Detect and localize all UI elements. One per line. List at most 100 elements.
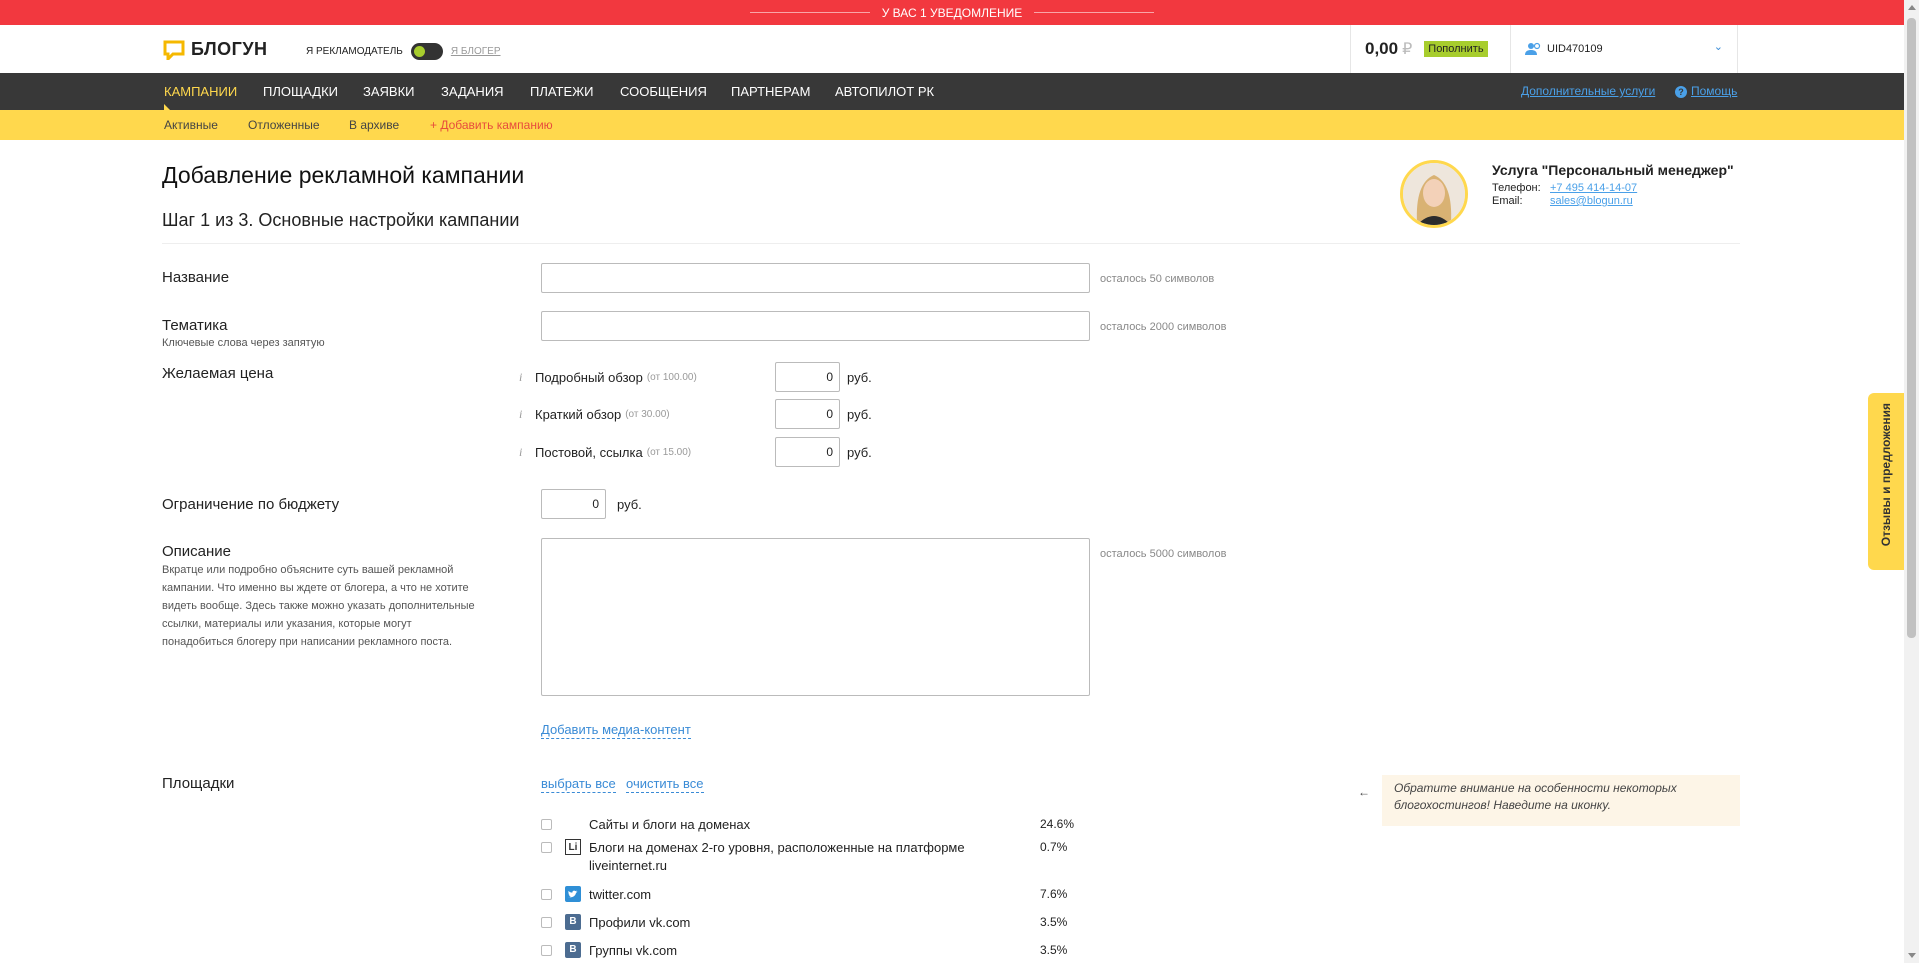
notification-text[interactable]: У ВАС 1 УВЕДОМЛЕНИЕ bbox=[882, 6, 1023, 20]
nav-autopilot[interactable]: АВТОПИЛОТ РК bbox=[835, 73, 934, 110]
budget-input[interactable]: 0 bbox=[541, 489, 606, 519]
price-min: (от 100.00) bbox=[646, 372, 697, 383]
nav-campaigns[interactable]: КАМПАНИИ bbox=[164, 73, 237, 110]
price-post-input[interactable]: 0 bbox=[775, 437, 840, 467]
phone-link[interactable]: +7 495 414-14-07 bbox=[1550, 182, 1637, 194]
feedback-label: Отзывы и предложения bbox=[1879, 403, 1893, 547]
vk-icon[interactable]: В bbox=[565, 942, 581, 958]
platform-share: 0.7% bbox=[1040, 840, 1068, 854]
help-link[interactable]: ? Помощь bbox=[1675, 84, 1737, 98]
scroll-thumb[interactable] bbox=[1907, 18, 1916, 638]
platforms-label: Площадки bbox=[162, 775, 235, 792]
extra-services-link[interactable]: Дополнительные услуги bbox=[1521, 84, 1655, 98]
add-campaign-link[interactable]: + Добавить кампанию bbox=[430, 118, 553, 132]
chevron-down-icon[interactable]: ⌄ bbox=[1714, 40, 1723, 53]
name-counter: осталось 50 символов bbox=[1100, 273, 1215, 285]
platform-name: Блоги на доменах 2-го уровня, расположен… bbox=[589, 840, 965, 873]
price-row-review: i Подробный обзор (от 100.00) bbox=[519, 370, 697, 385]
scroll-down-icon[interactable] bbox=[1908, 953, 1916, 958]
divider bbox=[749, 12, 870, 13]
nav-platforms[interactable]: ПЛОЩАДКИ bbox=[263, 73, 338, 110]
platform-checkbox[interactable] bbox=[541, 917, 552, 928]
scrollbar[interactable] bbox=[1904, 0, 1919, 963]
price-review-input[interactable]: 0 bbox=[775, 362, 840, 392]
price-min: (от 30.00) bbox=[625, 409, 670, 420]
logo-text: БЛОГУН bbox=[191, 39, 268, 59]
platform-name: twitter.com bbox=[589, 887, 652, 902]
platform-item: В Группы vk.com bbox=[541, 942, 1009, 960]
nav-partners[interactable]: ПАРТНЕРАМ bbox=[731, 73, 810, 110]
scroll-up-icon[interactable] bbox=[1908, 5, 1916, 10]
subnav-archive[interactable]: В архиве bbox=[349, 118, 399, 132]
platform-item: Сайты и блоги на доменах bbox=[541, 816, 1009, 834]
add-media-link[interactable]: Добавить медиа-контент bbox=[541, 722, 691, 739]
price-label: Желаемая цена bbox=[162, 365, 274, 382]
platform-name: Сайты и блоги на доменах bbox=[589, 817, 751, 832]
top-bar: БЛОГУН Я РЕКЛАМОДАТЕЛЬ Я БЛОГЕР 0,00 ₽ П… bbox=[0, 25, 1904, 73]
help-icon: ? bbox=[1675, 86, 1687, 98]
platform-checkbox[interactable] bbox=[541, 819, 552, 830]
vk-icon[interactable]: В bbox=[565, 914, 581, 930]
price-name: Постовой, ссылка bbox=[535, 445, 643, 460]
role-toggle[interactable] bbox=[410, 43, 443, 60]
manager-title: Услуга "Персональный менеджер" bbox=[1492, 162, 1734, 178]
nav-payments[interactable]: ПЛАТЕЖИ bbox=[530, 73, 594, 110]
description-textarea[interactable] bbox=[541, 538, 1090, 696]
topup-button[interactable]: Пополнить bbox=[1424, 41, 1488, 57]
subnav-active[interactable]: Активные bbox=[164, 118, 218, 132]
logo-icon bbox=[163, 40, 185, 60]
name-input[interactable] bbox=[541, 263, 1090, 293]
li-icon[interactable]: Li bbox=[565, 839, 581, 855]
logo[interactable]: БЛОГУН bbox=[163, 39, 268, 60]
role-switch: Я РЕКЛАМОДАТЕЛЬ Я БЛОГЕР bbox=[306, 43, 501, 60]
nav-messages[interactable]: СООБЩЕНИЯ bbox=[620, 73, 707, 110]
manager-phone-row: Телефон: +7 495 414-14-07 bbox=[1492, 182, 1752, 194]
arrow-left-icon: ← bbox=[1358, 785, 1370, 799]
price-name: Подробный обзор bbox=[535, 370, 643, 385]
domain-icon bbox=[565, 816, 581, 832]
clear-all-link[interactable]: очистить все bbox=[626, 776, 704, 793]
price-name: Краткий обзор bbox=[535, 407, 622, 422]
platform-share: 3.5% bbox=[1040, 943, 1068, 957]
toggle-knob bbox=[413, 46, 425, 57]
role-advertiser[interactable]: Я РЕКЛАМОДАТЕЛЬ bbox=[306, 46, 403, 57]
main-content: Добавление рекламной кампании Шаг 1 из 3… bbox=[0, 140, 1904, 963]
email-link[interactable]: sales@blogun.ru bbox=[1550, 195, 1633, 207]
subnav-deferred[interactable]: Отложенные bbox=[248, 118, 320, 132]
phone-label: Телефон: bbox=[1492, 182, 1541, 194]
price-min: (от 15.00) bbox=[646, 447, 692, 458]
platform-tip: Обратите внимание на особенности некотор… bbox=[1382, 775, 1740, 826]
role-blogger[interactable]: Я БЛОГЕР bbox=[451, 46, 501, 57]
notification-bar[interactable]: У ВАС 1 УВЕДОМЛЕНИЕ bbox=[0, 0, 1904, 25]
step-title: Шаг 1 из 3. Основные настройки кампании bbox=[162, 210, 520, 230]
twitter-icon[interactable] bbox=[565, 886, 581, 902]
feedback-tab[interactable]: Отзывы и предложения bbox=[1868, 393, 1904, 570]
platform-name: Профили vk.com bbox=[589, 915, 691, 930]
platform-item: Li Блоги на доменах 2-го уровня, располо… bbox=[541, 839, 1009, 875]
info-icon[interactable]: i bbox=[519, 370, 535, 385]
platform-item: В Профили vk.com bbox=[541, 914, 1009, 932]
price-unit: руб. bbox=[847, 407, 872, 422]
sub-nav: Активные Отложенные В архиве + Добавить … bbox=[0, 110, 1904, 140]
price-short-input[interactable]: 0 bbox=[775, 399, 840, 429]
description-label: Описание bbox=[162, 543, 232, 560]
description-hint: Вкратце или подробно объясните суть ваше… bbox=[162, 564, 475, 648]
info-icon[interactable]: i bbox=[519, 445, 535, 460]
platform-checkbox[interactable] bbox=[541, 889, 552, 900]
platform-checkbox[interactable] bbox=[541, 945, 552, 956]
info-icon[interactable]: i bbox=[519, 407, 535, 422]
user-icon bbox=[1525, 42, 1541, 55]
nav-tasks[interactable]: ЗАДАНИЯ bbox=[441, 73, 504, 110]
divider bbox=[162, 243, 1740, 244]
platform-share: 7.6% bbox=[1040, 887, 1068, 901]
select-all-link[interactable]: выбрать все bbox=[541, 776, 616, 793]
price-unit: руб. bbox=[847, 445, 872, 460]
platform-checkbox[interactable] bbox=[541, 842, 552, 853]
price-unit: руб. bbox=[847, 370, 872, 385]
divider bbox=[1034, 12, 1155, 13]
nav-requests[interactable]: ЗАЯВКИ bbox=[363, 73, 415, 110]
bird-icon bbox=[568, 890, 578, 898]
topic-input[interactable] bbox=[541, 311, 1090, 341]
user-menu[interactable]: UID470109 ⌄ bbox=[1510, 25, 1738, 73]
user-id: UID470109 bbox=[1547, 43, 1603, 55]
